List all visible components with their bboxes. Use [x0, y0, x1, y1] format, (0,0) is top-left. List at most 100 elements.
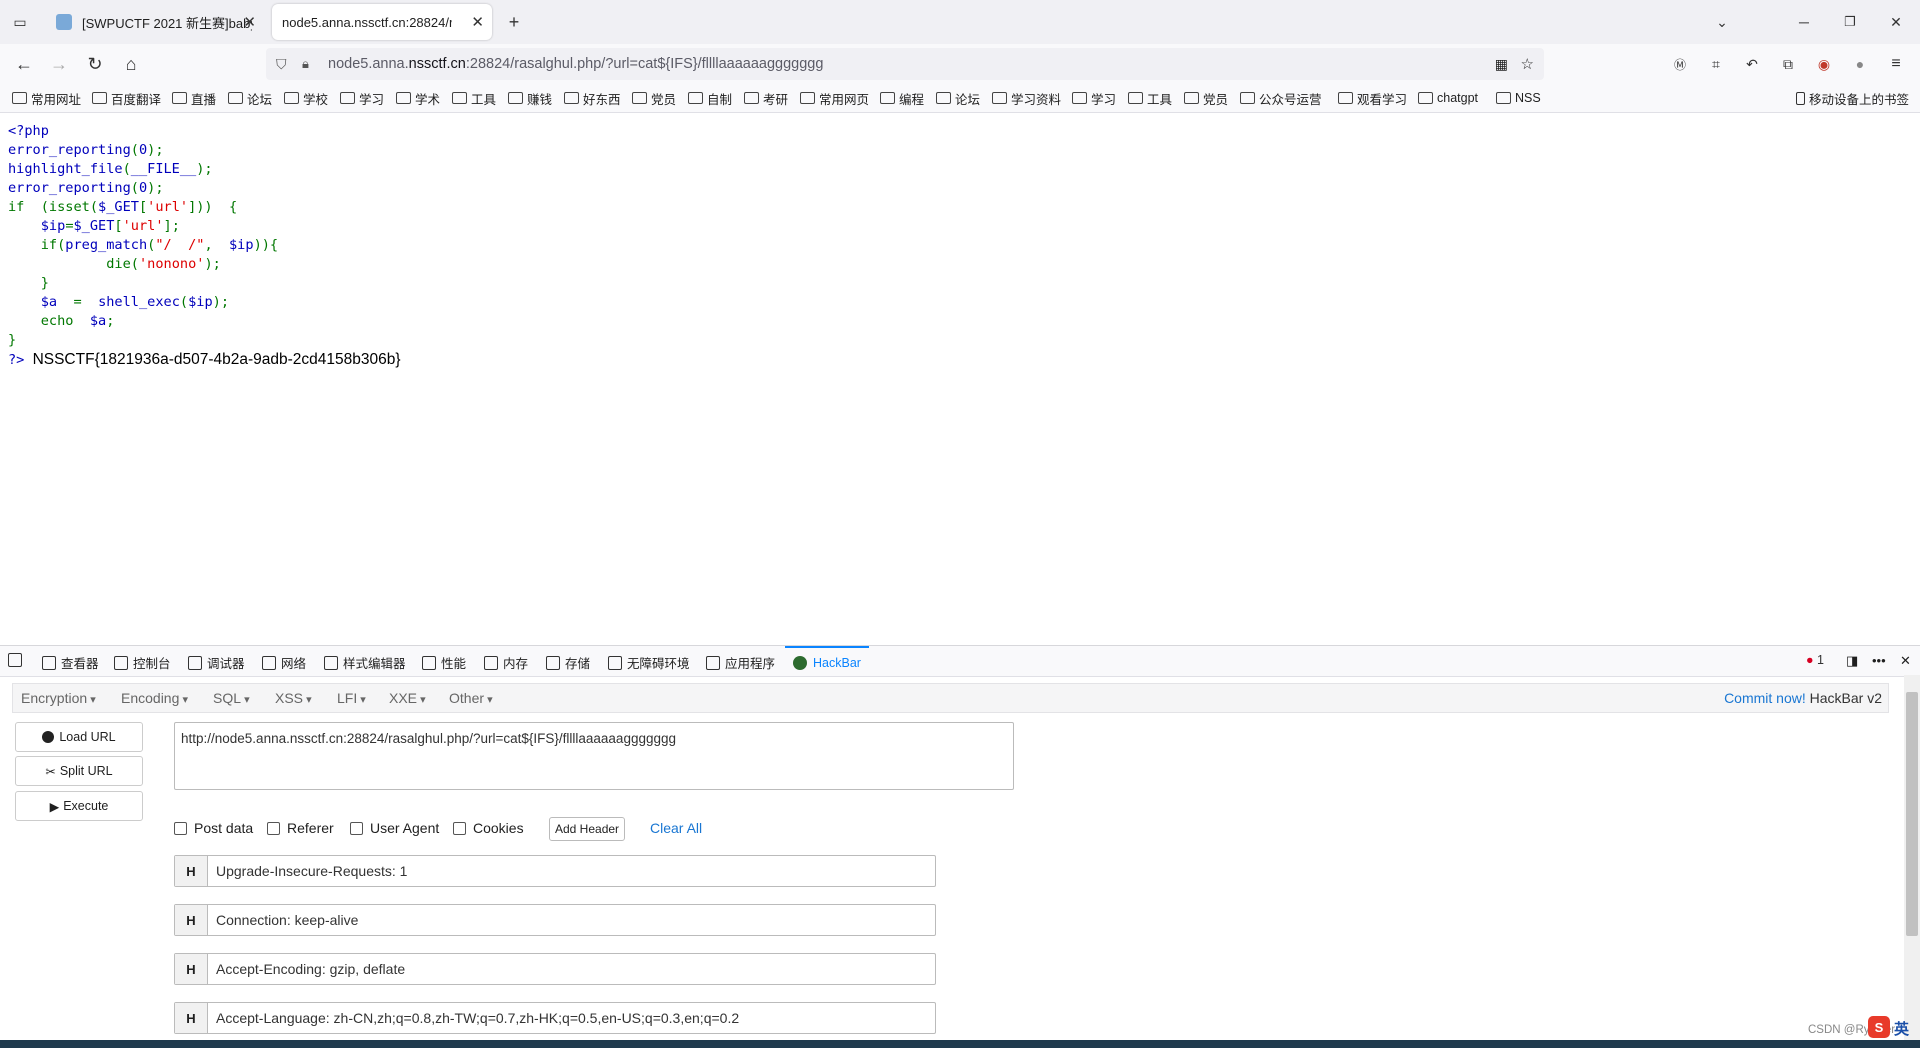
bookmark-item[interactable]: NSS	[1496, 89, 1541, 107]
checkbox[interactable]	[174, 821, 187, 835]
ime-language[interactable]: 英	[1894, 1018, 1909, 1039]
devtools-tab[interactable]: 内存	[484, 653, 528, 672]
checkbox[interactable]	[267, 821, 280, 835]
devtools-tab[interactable]: 样式编辑器	[324, 653, 406, 672]
address-bar[interactable]: ⛉ 🔒︎ node5.anna.nssctf.cn:28824/rasalghu…	[266, 48, 1544, 80]
header-value[interactable]: Accept-Encoding: gzip, deflate	[216, 961, 405, 977]
header-row[interactable]: H Accept-Language: zh-CN,zh;q=0.8,zh-TW;q…	[174, 1002, 936, 1034]
folder-icon	[688, 92, 703, 104]
devtools-tab[interactable]: 无障碍环境	[608, 653, 690, 672]
bookmark-item[interactable]: 好东西	[564, 89, 621, 107]
minimize-button[interactable]: ─	[1792, 10, 1816, 34]
devtools-tab[interactable]: 调试器	[188, 653, 245, 672]
checkbox-option[interactable]: Cookies	[453, 820, 524, 836]
devtools-tab[interactable]: 控制台	[114, 653, 171, 672]
devtools-tab[interactable]: 存储	[546, 653, 590, 672]
more-options-icon[interactable]: •••	[1872, 653, 1886, 668]
clear-all-link[interactable]: Clear All	[650, 820, 702, 836]
header-value[interactable]: Upgrade-Insecure-Requests: 1	[216, 863, 407, 879]
bookmark-item[interactable]: 自制	[688, 89, 732, 107]
restore-button[interactable]: ❐	[1838, 10, 1862, 34]
bookmark-item[interactable]: 工具	[452, 89, 496, 107]
undo-icon[interactable]: ↶	[1740, 52, 1764, 76]
ime-icon[interactable]: S	[1868, 1016, 1890, 1038]
devtools-tab[interactable]: 性能	[422, 653, 466, 672]
header-row[interactable]: H Connection: keep-alive	[174, 904, 936, 936]
header-row[interactable]: H Accept-Encoding: gzip, deflate	[174, 953, 936, 985]
hackbar-menu-item[interactable]: XXE ▾	[389, 690, 426, 706]
menu-icon[interactable]: ≡	[1884, 52, 1908, 76]
execute-button[interactable]: ▶ Execute	[15, 791, 143, 821]
fox-extension-icon[interactable]: ◉	[1812, 52, 1836, 76]
back-icon[interactable]: ←	[12, 52, 36, 76]
url-textarea[interactable]: http://node5.anna.nssctf.cn:28824/rasalg…	[174, 722, 1014, 790]
checkbox-option[interactable]: User Agent	[350, 820, 439, 836]
bookmark-item[interactable]: 论坛	[228, 89, 272, 107]
tab-rasalghul[interactable]: node5.anna.nssctf.cn:28824/rasalghul.php…	[272, 4, 492, 40]
add-header-button[interactable]: Add Header	[549, 817, 626, 841]
account-icon[interactable]: Ⓜ	[1668, 52, 1692, 76]
bookmark-item[interactable]: 学习	[1072, 89, 1116, 107]
split-url-button[interactable]: ✂ Split URL	[15, 756, 143, 786]
close-icon[interactable]: ✕	[243, 13, 256, 31]
hackbar-menu-item[interactable]: LFI ▾	[337, 690, 366, 706]
dock-icon[interactable]: ◨	[1846, 653, 1858, 669]
bookmark-item[interactable]: 常用网页	[800, 89, 869, 107]
bookmark-item[interactable]: 工具	[1128, 89, 1172, 107]
chevron-down-icon[interactable]: ⌄	[1710, 10, 1734, 34]
bookmark-item[interactable]: 学习	[340, 89, 384, 107]
forward-icon[interactable]: →	[47, 52, 71, 76]
bookmark-item[interactable]: chatgpt	[1418, 89, 1478, 107]
bookmark-item[interactable]: 学术	[396, 89, 440, 107]
bookmark-item[interactable]: 直播	[172, 89, 216, 107]
profile-icon[interactable]: ●	[1848, 52, 1872, 76]
error-badge[interactable]: ● 1	[1806, 653, 1824, 667]
checkbox[interactable]	[350, 821, 363, 835]
bookmark-item[interactable]: 学校	[284, 89, 328, 107]
hackbar-menu-item[interactable]: Encoding ▾	[121, 690, 188, 706]
load-url-button[interactable]: Load URL	[15, 722, 143, 752]
qr-code-icon[interactable]: ▦	[1495, 56, 1508, 73]
extensions-icon[interactable]: ⧉	[1776, 52, 1800, 76]
close-icon[interactable]: ✕	[471, 13, 484, 31]
devtools-tab[interactable]: 应用程序	[706, 653, 775, 672]
close-devtools-icon[interactable]: ✕	[1900, 653, 1911, 669]
checkbox-option[interactable]: Post data	[174, 820, 253, 836]
scrollbar-thumb[interactable]	[1906, 692, 1918, 936]
hackbar-menu-item[interactable]: Encryption ▾	[21, 690, 96, 706]
bookmark-item[interactable]: 百度翻译	[92, 89, 161, 107]
bookmark-item[interactable]: 论坛	[936, 89, 980, 107]
new-tab-button[interactable]: +	[502, 10, 526, 34]
tab-babyrce[interactable]: [SWPUCTF 2021 新生赛]babyrce ✕	[44, 4, 264, 40]
bookmark-item[interactable]: 党员	[1184, 89, 1228, 107]
hackbar-menu-item[interactable]: SQL ▾	[213, 690, 250, 706]
window-close-button[interactable]: ✕	[1884, 10, 1908, 34]
hackbar-menu-item[interactable]: XSS ▾	[275, 690, 312, 706]
bookmark-item[interactable]: 编程	[880, 89, 924, 107]
element-picker-icon[interactable]	[8, 653, 27, 668]
bookmark-item[interactable]: 赚钱	[508, 89, 552, 107]
reload-icon[interactable]: ↻	[83, 52, 107, 76]
bookmark-item[interactable]: 观看学习	[1338, 89, 1407, 107]
header-row[interactable]: H Upgrade-Insecure-Requests: 1	[174, 855, 936, 887]
star-icon[interactable]: ☆	[1521, 55, 1534, 73]
bookmark-item[interactable]: 常用网址	[12, 89, 81, 107]
crop-icon[interactable]: ⌗	[1704, 52, 1728, 76]
tab-hackbar[interactable]: HackBar	[785, 646, 869, 677]
bookmark-item[interactable]: 党员	[632, 89, 676, 107]
tab-list-icon[interactable]: ▭	[8, 10, 32, 34]
bookmark-item[interactable]: 公众号运营	[1240, 89, 1322, 107]
chevron-down-icon: ▾	[241, 694, 250, 706]
checkbox[interactable]	[453, 821, 466, 835]
checkbox-option[interactable]: Referer	[267, 820, 334, 836]
bookmark-item[interactable]: 学习资料	[992, 89, 1061, 107]
devtools-tab[interactable]: 查看器	[42, 653, 99, 672]
header-value[interactable]: Connection: keep-alive	[216, 912, 358, 928]
header-value[interactable]: Accept-Language: zh-CN,zh;q=0.8,zh-TW;q=…	[216, 1010, 739, 1026]
mobile-bookmarks[interactable]: 移动设备上的书签	[1796, 89, 1909, 107]
devtools-tab[interactable]: 网络	[262, 653, 306, 672]
bookmark-item[interactable]: 考研	[744, 89, 788, 107]
home-icon[interactable]: ⌂	[119, 52, 143, 76]
commit-link[interactable]: Commit now! HackBar v2	[1724, 690, 1882, 706]
hackbar-menu-item[interactable]: Other ▾	[449, 690, 493, 706]
